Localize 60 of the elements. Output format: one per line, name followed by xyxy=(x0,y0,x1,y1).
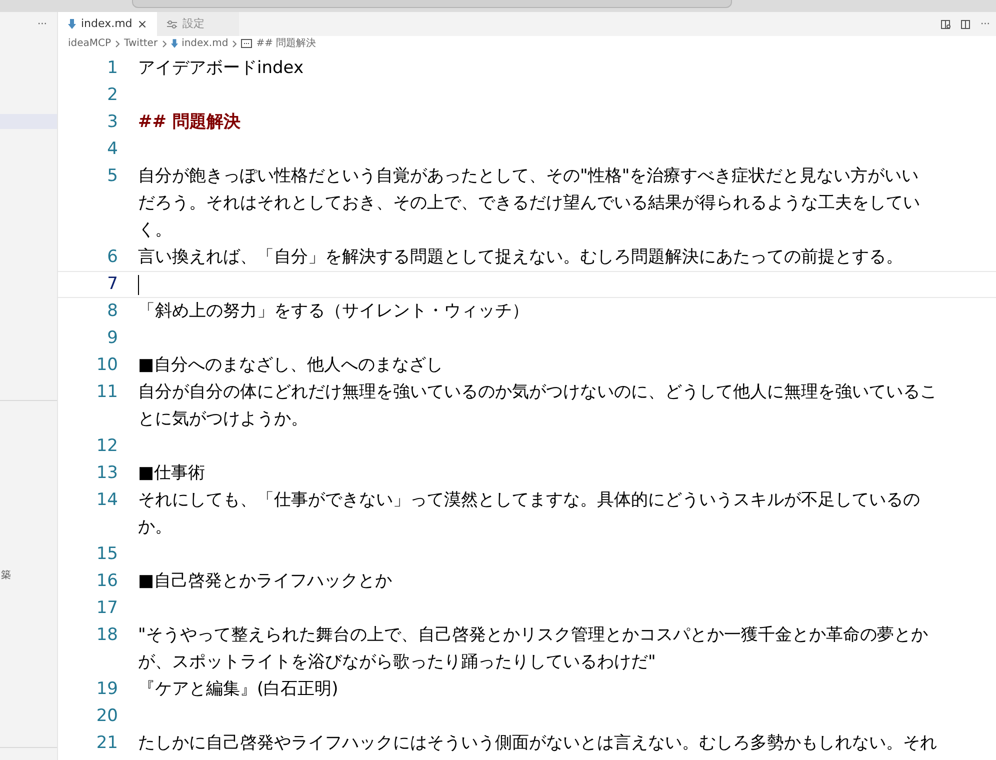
line-number: 5 xyxy=(106,165,118,188)
line-number: 13 xyxy=(95,462,118,485)
download-arrow-icon xyxy=(68,19,76,29)
text-line: 自分が自分の体にどれだけ無理を強いているのか気がつけないのに、どうして他人に無理を強いているこ xyxy=(138,381,937,404)
tab-label: index.md xyxy=(81,16,132,32)
breadcrumb-item[interactable]: ideaMCP xyxy=(68,36,112,51)
text-line: く。 xyxy=(138,219,173,242)
line-number: 7 xyxy=(106,273,118,296)
text-line: 自分が飽きっぽい性格だという自覚があったとして、その"性格"を治療すべき症状だと見ない方がいい xyxy=(138,165,920,188)
text-line: が、スポットライトを浴びながら歌ったり踊ったりしているわけだ" xyxy=(138,651,657,674)
download-arrow-icon xyxy=(170,39,178,48)
line-number: 12 xyxy=(95,435,118,458)
line-number: 6 xyxy=(106,246,118,269)
symbol-icon xyxy=(241,39,252,48)
text-line: たしかに自己啓発やライフハックにはそういう側面がないとは言えない。むしろ多勢かもしれない。それ xyxy=(138,732,937,755)
line-number: 11 xyxy=(95,381,118,404)
line-number: 2 xyxy=(106,84,118,107)
tab-label: 設定 xyxy=(182,16,204,32)
text-line: 言い換えれば、「自分」を解決する問題として捉えない。むしろ問題解決にあたっての前提とする。 xyxy=(138,246,903,269)
breadcrumb-item[interactable]: Twitter xyxy=(124,36,158,51)
breadcrumb-item[interactable]: index.md xyxy=(182,36,228,51)
text-line: ■自分へのまなざし、他人へのまなざし xyxy=(138,354,444,377)
chevron-right-icon xyxy=(162,40,167,48)
text-line: ■自己啓発とかライフハックとか xyxy=(138,570,392,593)
sidebar-item[interactable]: 築 xyxy=(0,569,11,583)
line-number: 10 xyxy=(95,354,118,377)
line-number: 9 xyxy=(106,327,118,350)
close-icon[interactable]: × xyxy=(137,15,148,33)
text-line: それにしても、「仕事ができない」って漠然としてますな。具体的にどういうスキルが不足しているの xyxy=(138,489,920,512)
line-number: 18 xyxy=(95,624,118,647)
text-line: か。 xyxy=(138,516,173,539)
more-icon[interactable]: ··· xyxy=(980,16,990,32)
editor-tab[interactable]: index.md × xyxy=(58,12,158,36)
line-number: 14 xyxy=(95,489,118,512)
more-icon[interactable]: ··· xyxy=(37,16,47,32)
text-line: とに気がつけようか。 xyxy=(138,408,309,431)
heading-text: ## 問題解決 xyxy=(138,111,240,134)
line-number: 19 xyxy=(95,678,118,701)
line-number: 15 xyxy=(95,543,118,566)
text-cursor xyxy=(138,274,139,294)
text-line: だろう。それはそれとしておき、その上で、できるだけ望んでいる結果が得られるような工夫をしてい xyxy=(138,192,920,215)
line-number: 1 xyxy=(106,57,118,80)
line-number: 3 xyxy=(106,111,118,134)
breadcrumb-item[interactable]: ## 問題解決 xyxy=(256,36,316,51)
text-line: アイデアボードindex xyxy=(138,57,304,80)
split-preview-icon[interactable] xyxy=(941,20,952,28)
text-line: "そうやって整えられた舞台の上で、自己啓発とかリスク管理とかコスパとか一獲千金とか革命の夢とか xyxy=(138,624,928,647)
sliders-icon xyxy=(167,20,178,28)
line-number: 20 xyxy=(95,705,118,728)
chevron-right-icon xyxy=(232,40,238,48)
text-line: 「斜め上の努力」をする（サイレント・ウィッチ） xyxy=(138,300,529,323)
line-number: 21 xyxy=(95,732,118,755)
line-number: 8 xyxy=(106,300,118,323)
chevron-right-icon xyxy=(115,40,120,48)
line-number: 17 xyxy=(95,597,118,620)
text-line: ■仕事術 xyxy=(138,462,206,485)
text-line: 『ケアと編集』(白石正明) xyxy=(138,678,338,701)
line-number: 4 xyxy=(106,138,118,161)
line-number: 16 xyxy=(95,570,118,593)
split-editor-icon[interactable] xyxy=(961,20,970,28)
